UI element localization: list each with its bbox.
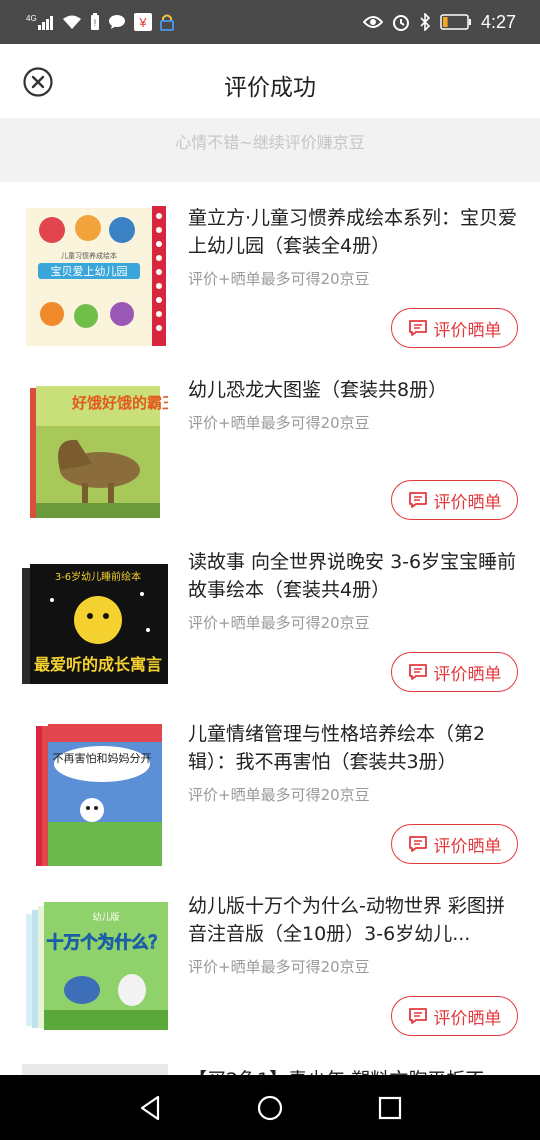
home-icon[interactable] (255, 1093, 285, 1123)
comment-icon (408, 492, 427, 508)
list-item: 儿童习惯养成绘本 宝贝爱上幼儿园 童立方·儿童习惯养成绘本系列：宝贝爱上幼儿园（… (0, 182, 540, 354)
product-cover-image: 3-6岁幼儿睡前绘本 最爱听的成长寓言 (22, 564, 168, 684)
svg-text:不再害怕和妈妈分开: 不再害怕和妈妈分开 (53, 751, 152, 765)
product-reward-text: 评价+晒单最多可得20京豆 (188, 414, 370, 432)
review-button-label: 评价晒单 (433, 664, 502, 685)
review-button-label: 评价晒单 (433, 492, 502, 513)
product-reward-text: 评价+晒单最多可得20京豆 (188, 270, 370, 288)
product-cover-image: 儿童习惯养成绘本 宝贝爱上幼儿园 (26, 206, 166, 346)
comment-icon (408, 1008, 427, 1024)
review-button[interactable]: 评价晒单 (391, 480, 518, 520)
comment-icon (408, 664, 427, 680)
product-reward-text: 评价+晒单最多可得20京豆 (188, 786, 370, 804)
signal-icon: 4G (26, 14, 53, 30)
product-title[interactable]: 幼儿恐龙大图鉴（套装共8册） (188, 376, 518, 404)
status-time: 4:27 (480, 11, 516, 32)
product-title[interactable]: 幼儿版十万个为什么-动物世界 彩图拼音注音版（全10册）3-6岁幼儿... (188, 892, 518, 948)
battery-saver-icon: ! (91, 13, 99, 30)
svg-text:儿童习惯养成绘本: 儿童习惯养成绘本 (61, 251, 117, 260)
wifi-icon (63, 15, 81, 29)
recents-icon[interactable] (375, 1093, 405, 1123)
list-item: 好饿好饿的霸王龙 幼儿恐龙大图鉴（套装共8册） 评价+晒单最多可得20京豆 评价… (0, 354, 540, 526)
hint-banner: 心情不错~继续评价赚京豆 (0, 118, 540, 182)
svg-text:十万个为什么？: 十万个为什么？ (47, 932, 166, 953)
battery-icon (440, 14, 471, 30)
product-title[interactable]: 读故事 向全世界说晚安 3-6岁宝宝睡前故事绘本（套装共4册） (188, 548, 518, 604)
review-button[interactable]: 评价晒单 (391, 652, 518, 692)
status-bar: 4G ! ¥ 4:27 (0, 0, 540, 44)
yen-app-icon: ¥ (134, 13, 152, 31)
svg-text:最爱听的成长寓言: 最爱听的成长寓言 (34, 655, 162, 674)
product-reward-text: 评价+晒单最多可得20京豆 (188, 614, 370, 632)
review-button[interactable]: 评价晒单 (391, 996, 518, 1036)
alarm-icon (392, 15, 409, 31)
header: 评价成功 (0, 44, 540, 118)
product-reward-text: 评价+晒单最多可得20京豆 (188, 958, 370, 976)
list-item: 幼儿版 十万个为什么？ 幼儿版十万个为什么-动物世界 彩图拼音注音版（全10册）… (0, 870, 540, 1042)
chat-icon (109, 15, 125, 29)
bluetooth-icon (420, 13, 431, 31)
system-nav-bar (0, 1075, 540, 1140)
product-cover-image: 好饿好饿的霸王龙 (30, 386, 168, 518)
product-title[interactable]: 童立方·儿童习惯养成绘本系列：宝贝爱上幼儿园（套装全4册） (188, 204, 518, 260)
product-cover-image: 幼儿版 十万个为什么？ (26, 902, 168, 1030)
list-item: 不再害怕和妈妈分开 儿童情绪管理与性格培养绘本（第2辑）：我不再害怕（套装共3册… (0, 698, 540, 870)
product-title[interactable]: 儿童情绪管理与性格培养绘本（第2辑）：我不再害怕（套装共3册） (188, 720, 518, 776)
review-button[interactable]: 评价晒单 (391, 824, 518, 864)
svg-text:好饿好饿的霸王龙: 好饿好饿的霸王龙 (71, 394, 168, 412)
product-list: 儿童习惯养成绘本 宝贝爱上幼儿园 童立方·儿童习惯养成绘本系列：宝贝爱上幼儿园（… (0, 182, 540, 1104)
comment-icon (408, 320, 427, 336)
review-button[interactable]: 评价晒单 (391, 308, 518, 348)
review-button-label: 评价晒单 (433, 1008, 502, 1029)
svg-text:幼儿版: 幼儿版 (92, 911, 119, 923)
lock-icon (160, 14, 174, 31)
network-label: 4G (26, 14, 37, 23)
eye-icon (362, 16, 383, 28)
svg-text:宝贝爱上幼儿园: 宝贝爱上幼儿园 (51, 264, 128, 278)
comment-icon (408, 836, 427, 852)
svg-text:!: ! (94, 18, 97, 28)
list-item: 3-6岁幼儿睡前绘本 最爱听的成长寓言 读故事 向全世界说晚安 3-6岁宝宝睡前… (0, 526, 540, 698)
svg-text:3-6岁幼儿睡前绘本: 3-6岁幼儿睡前绘本 (55, 570, 141, 583)
svg-text:¥: ¥ (138, 15, 147, 30)
page-title: 评价成功 (224, 75, 316, 101)
review-button-label: 评价晒单 (433, 836, 502, 857)
back-icon[interactable] (136, 1093, 166, 1123)
review-button-label: 评价晒单 (433, 320, 502, 341)
product-cover-image: 不再害怕和妈妈分开 (36, 724, 162, 866)
